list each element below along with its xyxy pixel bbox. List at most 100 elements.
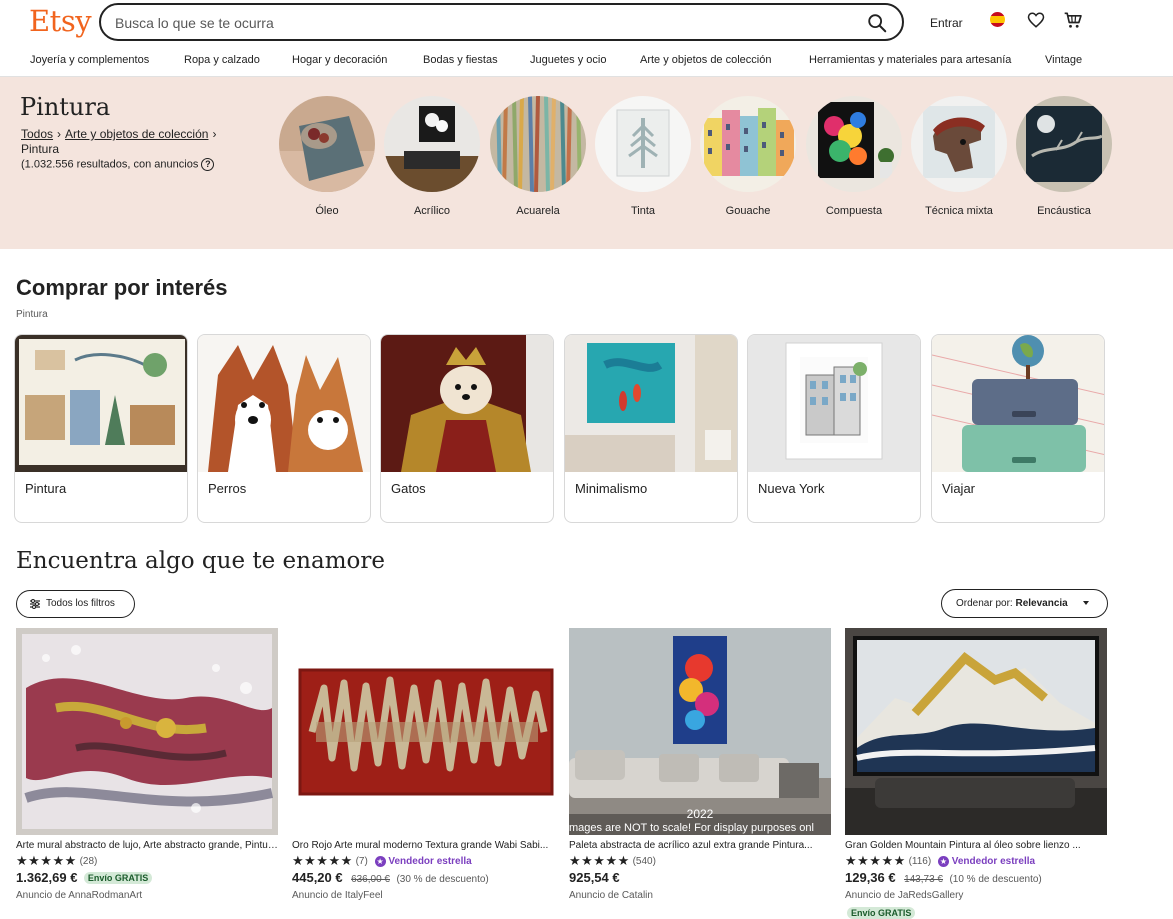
search-icon[interactable] — [866, 12, 888, 34]
interest-card-image — [15, 335, 187, 472]
listing-card[interactable]: Gran Golden Mountain Pintura al óleo sob… — [845, 628, 1107, 919]
help-icon[interactable]: ? — [201, 158, 215, 171]
search-input[interactable] — [115, 13, 835, 33]
category-gouache[interactable]: Gouache — [700, 96, 796, 217]
search-bar[interactable] — [99, 3, 904, 41]
category-oil[interactable]: Óleo — [279, 96, 375, 217]
category-ink-image — [595, 96, 691, 192]
star-rating-icon: ★★★★★ — [845, 853, 906, 868]
sort-dropdown[interactable]: Ordenar por: Relevancia — [941, 589, 1108, 618]
review-count: (7) — [355, 856, 368, 867]
interest-card-dogs[interactable]: Perros — [197, 334, 371, 523]
interest-card-image — [932, 335, 1104, 472]
star-rating-icon: ★★★★★ — [16, 853, 77, 868]
all-filters-label: Todos los filtros — [46, 598, 115, 609]
interest-card-label: Minimalismo — [575, 481, 648, 496]
interest-card-image — [198, 335, 370, 472]
sort-label: Ordenar por: — [956, 598, 1013, 609]
category-mixed-media-image — [911, 96, 1007, 192]
category-watercolor[interactable]: Acuarela — [490, 96, 586, 217]
listing-card[interactable]: 2022 mages are NOT to scale! For display … — [569, 628, 831, 919]
interest-card-travel[interactable]: Viajar — [931, 334, 1105, 523]
price-row: 925,54 € — [569, 869, 620, 885]
interest-card-label: Perros — [208, 481, 247, 496]
listing-image[interactable] — [16, 628, 278, 835]
category-label: Técnica mixta — [925, 205, 993, 217]
free-shipping-badge: Envío GRATIS — [83, 872, 153, 884]
star-seller-badge: ★ Vendedor estrella — [374, 856, 472, 867]
listing-image[interactable] — [845, 628, 1107, 835]
category-oil-image — [279, 96, 375, 192]
listing-rating: ★★★★★ (540) — [569, 853, 656, 868]
spain-flag-icon[interactable] — [990, 12, 1005, 27]
category-composite-image — [806, 96, 902, 192]
category-watercolor-image — [490, 96, 586, 192]
category-ink[interactable]: Tinta — [595, 96, 691, 217]
nav-item-toys[interactable]: Juguetes y ocio — [530, 54, 606, 66]
nav-item-craft-supplies[interactable]: Herramientas y materiales para artesanía — [809, 54, 1011, 66]
category-acrylic[interactable]: Acrílico — [384, 96, 480, 217]
price-row: 129,36 € 143,73 € (10 % de descuento) — [845, 869, 1042, 885]
listing-seller: Anuncio de AnnaRodmanArt — [16, 890, 143, 901]
category-nav: Joyería y complementos Ropa y calzado Ho… — [0, 54, 1173, 70]
category-label: Encáustica — [1037, 205, 1091, 217]
filter-icon — [30, 599, 40, 609]
signin-link[interactable]: Entrar — [930, 16, 963, 30]
listing-card[interactable]: Oro Rojo Arte mural moderno Textura gran… — [292, 628, 554, 919]
listing-rating: ★★★★★ (7) ★ Vendedor estrella — [292, 853, 472, 868]
listing-seller: Anuncio de Catalin — [569, 890, 653, 901]
star-rating-icon: ★★★★★ — [569, 853, 630, 868]
breadcrumb-all[interactable]: Todos — [21, 127, 53, 141]
nav-item-art[interactable]: Arte y objetos de colección — [640, 54, 771, 66]
etsy-logo[interactable]: Etsy — [29, 4, 92, 38]
interest-card-cats[interactable]: Gatos — [380, 334, 554, 523]
results-count: (1.032.556 resultados, con anuncios ? — [21, 158, 215, 171]
review-count: (116) — [908, 856, 932, 867]
interest-card-label: Nueva York — [758, 481, 825, 496]
nav-item-clothing[interactable]: Ropa y calzado — [184, 54, 260, 66]
watermark-notice: mages are NOT to scale! For display purp… — [569, 822, 814, 834]
listing-title[interactable]: Paleta abstracta de acrílico azul extra … — [569, 840, 831, 851]
listing-image[interactable]: 2022 mages are NOT to scale! For display … — [569, 628, 831, 835]
original-price: 143,73 € — [904, 874, 943, 885]
heart-icon[interactable] — [1027, 11, 1045, 29]
nav-item-jewelry[interactable]: Joyería y complementos — [30, 54, 149, 66]
nav-item-home[interactable]: Hogar y decoración — [292, 54, 387, 66]
listing-title[interactable]: Arte mural abstracto de lujo, Arte abstr… — [16, 840, 278, 851]
star-seller-icon: ★ — [374, 856, 386, 867]
category-composite[interactable]: Compuesta — [806, 96, 902, 217]
interest-card-label: Viajar — [942, 481, 976, 496]
category-encaustic-image — [1016, 96, 1112, 192]
category-label: Acrílico — [413, 205, 451, 217]
breadcrumb-parent[interactable]: Arte y objetos de colección — [65, 127, 208, 141]
star-seller-badge: ★ Vendedor estrella — [937, 856, 1036, 867]
breadcrumb: Todos › Arte y objetos de colección › — [21, 127, 220, 141]
listing-title[interactable]: Gran Golden Mountain Pintura al óleo sob… — [845, 840, 1107, 851]
listing-seller: Anuncio de ItalyFeel — [292, 890, 383, 901]
review-count: (540) — [632, 856, 656, 867]
listings-section-title: Encuentra algo que te enamore — [16, 548, 385, 574]
site-header: Etsy Entrar Joyería y complementos Ropa … — [0, 0, 1173, 77]
watermark-year: 2022 — [687, 807, 714, 821]
category-mixed-media[interactable]: Técnica mixta — [911, 96, 1007, 217]
category-encaustic[interactable]: Encáustica — [1016, 96, 1112, 217]
listing-image[interactable] — [292, 628, 554, 835]
interest-card-image — [748, 335, 920, 472]
listing-title[interactable]: Oro Rojo Arte mural moderno Textura gran… — [292, 840, 554, 851]
all-filters-button[interactable]: Todos los filtros — [16, 590, 135, 618]
nav-item-vintage[interactable]: Vintage — [1045, 54, 1082, 66]
interest-card-minimalism[interactable]: Minimalismo — [564, 334, 738, 523]
interest-card-new-york[interactable]: Nueva York — [747, 334, 921, 523]
breadcrumb-current: Pintura — [21, 142, 60, 156]
breadcrumb-separator: › — [57, 127, 62, 141]
cart-icon[interactable] — [1063, 10, 1083, 30]
listing-price: 1.362,69 € — [16, 870, 78, 885]
category-label: Gouache — [725, 205, 771, 217]
interest-card-painting[interactable]: Pintura — [14, 334, 188, 523]
sort-value: Relevancia — [1015, 598, 1068, 609]
category-label: Tinta — [630, 205, 656, 217]
nav-item-weddings[interactable]: Bodas y fiestas — [423, 54, 498, 66]
category-banner: Pintura Todos › Arte y objetos de colecció… — [0, 77, 1173, 249]
listing-card[interactable]: Arte mural abstracto de lujo, Arte abstr… — [16, 628, 278, 919]
price-row: 1.362,69 € Envío GRATIS — [16, 869, 153, 885]
